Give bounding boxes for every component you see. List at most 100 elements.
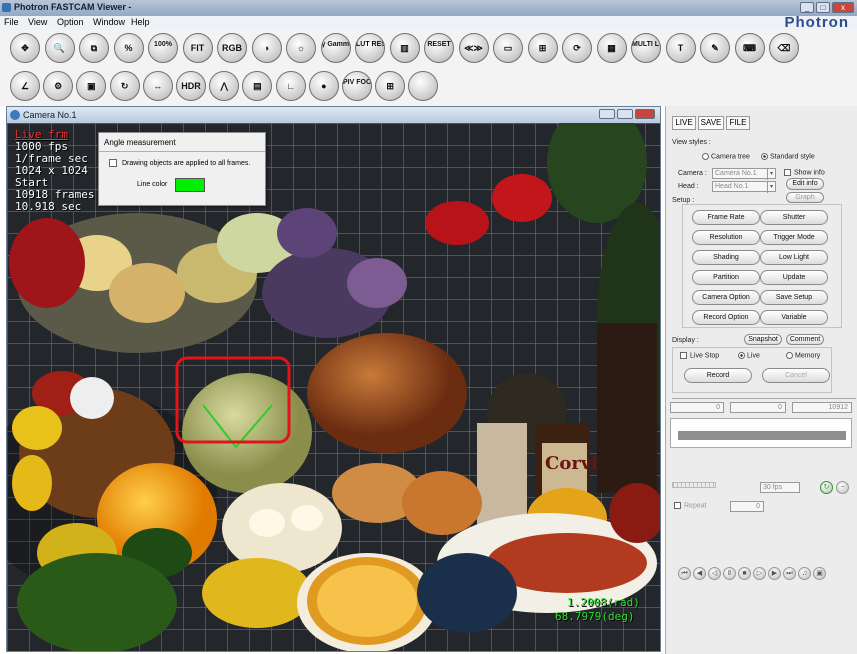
refresh-icon[interactable]: ⟳ xyxy=(562,33,592,63)
repeat-checkbox[interactable] xyxy=(674,502,681,509)
seek-bar[interactable] xyxy=(678,431,846,440)
show-info-option[interactable]: Show info xyxy=(784,169,825,176)
live-stop-checkbox[interactable] xyxy=(680,352,687,359)
frame-rate-button[interactable]: Frame Rate xyxy=(692,210,760,225)
resolution-button[interactable]: Resolution xyxy=(692,230,760,245)
shading-button[interactable]: Shading xyxy=(692,250,760,265)
piv-focus-icon[interactable]: PIV FOCUS xyxy=(342,71,372,101)
contrast-icon[interactable]: ◑ xyxy=(251,33,282,63)
camera-tree-radio[interactable] xyxy=(702,153,709,160)
zoom100-icon[interactable]: 100% xyxy=(148,33,178,63)
sync-icon[interactable]: ↻ xyxy=(820,481,833,494)
blank-icon[interactable] xyxy=(408,71,439,101)
play-icon[interactable]: ▷ xyxy=(753,567,766,580)
go-end-icon[interactable]: ⏭ xyxy=(783,567,796,580)
current-frame-field[interactable]: 0 xyxy=(730,402,786,413)
reverse-play-icon[interactable]: ◁ xyxy=(708,567,721,580)
record-button[interactable]: Record xyxy=(684,368,752,383)
live-option[interactable]: Live xyxy=(738,352,760,359)
crop-icon[interactable]: ⧉ xyxy=(79,33,109,63)
window-icon[interactable]: ▭ xyxy=(493,33,523,63)
multi-display-icon[interactable]: ▦ xyxy=(596,33,627,63)
live-stop-option[interactable]: Live Stop xyxy=(680,352,719,359)
cancel-button[interactable]: Cancel xyxy=(762,368,830,383)
menu-help[interactable]: Help xyxy=(131,17,150,27)
minimize-button[interactable]: _ xyxy=(800,2,814,13)
chip-icon[interactable]: ▣ xyxy=(76,71,107,101)
tab-live[interactable]: LIVE xyxy=(672,116,696,130)
camera-option-button[interactable]: Camera Option xyxy=(692,290,760,305)
eraser-icon[interactable]: ⌫ xyxy=(769,33,799,63)
edit-info-button[interactable]: Edit info xyxy=(786,178,824,190)
grid-icon[interactable]: ⊞ xyxy=(375,71,406,101)
camera-minimize-button[interactable] xyxy=(599,109,615,119)
record-icon[interactable]: ▣ xyxy=(813,567,826,580)
memory-option[interactable]: Memory xyxy=(786,352,820,359)
keyboard-icon[interactable]: ⌨ xyxy=(734,33,765,63)
maximize-button[interactable]: □ xyxy=(816,2,830,13)
speed-slider[interactable] xyxy=(672,482,716,488)
line-color-swatch[interactable] xyxy=(175,178,205,192)
update-button[interactable]: Update xyxy=(760,270,828,285)
standard-style-option[interactable]: Standard style xyxy=(761,153,815,160)
step-forward-icon[interactable]: ▶ xyxy=(768,567,781,580)
pause-icon[interactable]: Ⅱ xyxy=(723,567,736,580)
menu-window[interactable]: Window xyxy=(93,17,125,27)
menu-option[interactable]: Option xyxy=(57,17,84,27)
gear-icon[interactable]: ⚙ xyxy=(43,71,74,101)
color-bars-icon[interactable]: ▥ xyxy=(389,33,420,63)
snapshot-button[interactable]: Snapshot xyxy=(744,334,782,345)
close-button[interactable]: x xyxy=(832,2,854,13)
partition-button[interactable]: Partition xyxy=(692,270,760,285)
trigger-icon[interactable]: T xyxy=(665,33,696,63)
camera-close-button[interactable] xyxy=(635,109,655,119)
multi-lock-icon[interactable]: MULTI LOCK xyxy=(631,33,661,63)
lut-reset-icon[interactable]: LUT RESET xyxy=(355,33,385,63)
percent-icon[interactable]: % xyxy=(113,33,144,63)
move-icon[interactable]: ✥ xyxy=(10,33,40,63)
graph-button[interactable]: Graph xyxy=(786,192,824,203)
trigger-mode-button[interactable]: Trigger Mode xyxy=(760,230,828,245)
standard-style-radio[interactable] xyxy=(761,153,768,160)
menu-file[interactable]: File xyxy=(4,17,19,27)
record-option-button[interactable]: Record Option xyxy=(692,310,760,325)
hdr-icon[interactable]: HDR xyxy=(176,71,206,101)
end-frame-field[interactable]: 10912 xyxy=(792,402,852,413)
show-info-checkbox[interactable] xyxy=(784,169,791,176)
frame-icon[interactable]: ▤ xyxy=(242,71,273,101)
camera-select[interactable]: Camera No.1 ▾ xyxy=(712,168,776,180)
rgb-icon[interactable]: RGB xyxy=(217,33,247,63)
zoom-icon[interactable]: 🔍 xyxy=(44,33,75,63)
comment-button[interactable]: Comment xyxy=(786,334,824,345)
split-icon[interactable]: ⊞ xyxy=(527,33,558,63)
go-start-icon[interactable]: ⏮ xyxy=(678,567,691,580)
gamma-icon[interactable]: γ Gamma xyxy=(320,33,351,63)
stop-icon[interactable]: ■ xyxy=(738,567,751,580)
repeat-count-field[interactable]: 0 xyxy=(730,501,764,512)
tab-file[interactable]: FILE xyxy=(726,116,750,130)
live-radio[interactable] xyxy=(738,352,745,359)
fit-icon[interactable]: FIT xyxy=(182,33,213,63)
distance-icon[interactable]: ↔ xyxy=(142,71,173,101)
minus-icon[interactable]: − xyxy=(836,481,849,494)
start-frame-field[interactable]: 0 xyxy=(670,402,724,413)
camera-maximize-button[interactable] xyxy=(617,109,633,119)
brightness-icon[interactable]: ☼ xyxy=(286,33,316,63)
loop-icon[interactable]: ♫ xyxy=(798,567,811,580)
dot-icon[interactable]: ● xyxy=(308,71,339,101)
rotate-icon[interactable]: ↻ xyxy=(109,71,140,101)
memory-radio[interactable] xyxy=(786,352,793,359)
step-back-icon[interactable]: ◀ xyxy=(693,567,706,580)
variable-button[interactable]: Variable xyxy=(760,310,828,325)
playback-fps-select[interactable]: 30 fps xyxy=(760,482,800,493)
angle-line-icon[interactable]: ∟ xyxy=(275,71,306,101)
head-select[interactable]: Head No.1 ▾ xyxy=(712,181,776,193)
shutter-button[interactable]: Shutter xyxy=(760,210,828,225)
graph-icon[interactable]: ⋀ xyxy=(209,71,240,101)
menu-view[interactable]: View xyxy=(28,17,47,27)
repeat-option[interactable]: Repeat xyxy=(674,502,707,509)
color-reset-icon[interactable]: RESET xyxy=(424,33,454,63)
low-light-button[interactable]: Low Light xyxy=(760,250,828,265)
angle-measure-icon[interactable]: ∠ xyxy=(10,71,40,101)
save-setup-button[interactable]: Save Setup xyxy=(760,290,828,305)
